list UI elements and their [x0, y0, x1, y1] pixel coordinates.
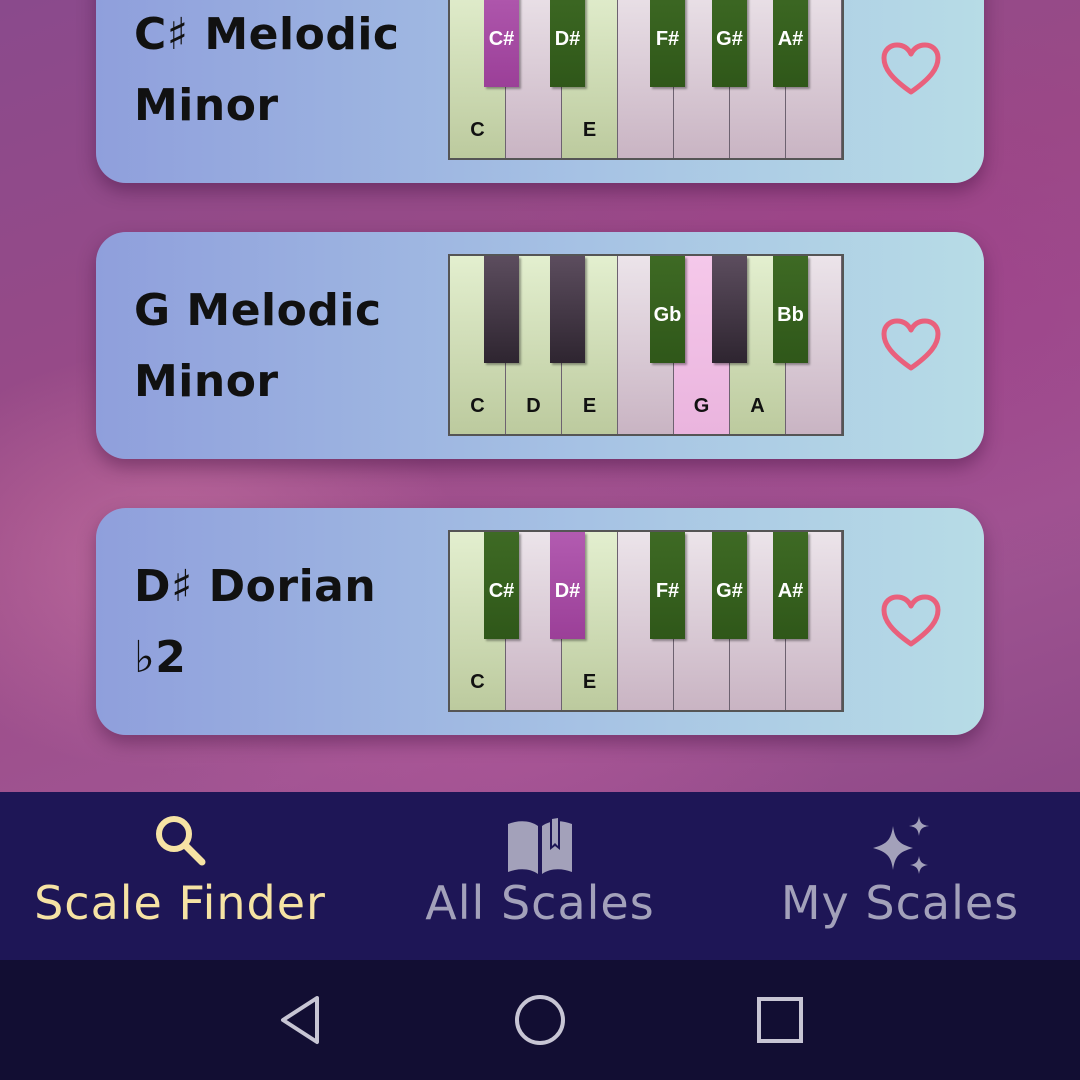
black-key-label: D# — [554, 580, 581, 602]
scale-title: D♯ Dorian ♭2 — [134, 508, 434, 735]
white-key-label: C — [470, 395, 485, 417]
black-key: G# — [712, 532, 747, 639]
black-key: G# — [712, 0, 747, 87]
black-key-label: C# — [488, 28, 515, 50]
recents-icon[interactable] — [735, 960, 825, 1080]
bottom-navigation: Scale Finder All Scales My Scales — [0, 792, 1080, 960]
scale-title-line: Minor — [134, 355, 279, 407]
nav-tab-all-scales[interactable]: All Scales — [360, 792, 720, 960]
scale-title-line: D♯ Dorian ♭2 — [134, 560, 377, 683]
scale-title-line: Minor — [134, 79, 279, 131]
black-key: F# — [650, 0, 685, 87]
white-key-label: G — [693, 395, 710, 417]
black-key: A# — [773, 532, 808, 639]
black-key-label: C# — [488, 580, 515, 602]
black-key: D# — [550, 532, 585, 639]
white-key-label: E — [582, 671, 597, 693]
black-key: F# — [650, 532, 685, 639]
black-key-label: F# — [655, 580, 680, 602]
black-key: A# — [773, 0, 808, 87]
white-key-label: C — [470, 671, 485, 693]
scale-title: G Melodic Minor — [134, 232, 434, 459]
nav-tab-scale-finder[interactable]: Scale Finder — [0, 792, 360, 960]
favorite-heart-icon[interactable] — [881, 42, 941, 96]
black-key-label: G# — [716, 580, 743, 602]
scale-card[interactable]: G Melodic Minor C D E G A Gb Bb — [96, 232, 984, 459]
black-key-label: D# — [554, 28, 581, 50]
black-key — [712, 256, 747, 363]
black-key: D# — [550, 0, 585, 87]
black-key — [484, 256, 519, 363]
black-key: C# — [484, 0, 519, 87]
home-icon[interactable] — [495, 960, 585, 1080]
favorite-heart-icon[interactable] — [881, 318, 941, 372]
black-key: Gb — [650, 256, 685, 363]
back-icon[interactable] — [255, 960, 345, 1080]
black-key-label: F# — [655, 28, 680, 50]
white-key-label: A — [750, 395, 765, 417]
piano-keyboard: C E C# D# F# G# A# — [448, 0, 844, 160]
book-icon — [506, 816, 574, 881]
scale-title: C♯ Melodic Minor — [134, 0, 434, 183]
black-key-label: Gb — [653, 304, 682, 326]
nav-tab-label: Scale Finder — [34, 876, 326, 930]
scale-title-line: C♯ Melodic — [134, 8, 400, 60]
scale-title-line: G Melodic — [134, 284, 382, 336]
black-key-label: G# — [716, 28, 743, 50]
white-key-label: C — [470, 119, 485, 141]
nav-tab-my-scales[interactable]: My Scales — [720, 792, 1080, 960]
system-navigation-bar — [0, 960, 1080, 1080]
black-key-label: Bb — [777, 304, 804, 326]
black-key-label: A# — [777, 580, 804, 602]
scale-card[interactable]: D♯ Dorian ♭2 C E C# D# F# G# A# — [96, 508, 984, 735]
scale-card[interactable]: C♯ Melodic Minor C E C# D# F# G# A# — [96, 0, 984, 183]
piano-keyboard: C E C# D# F# G# A# — [448, 530, 844, 712]
white-key-label: E — [582, 119, 597, 141]
nav-tab-label: My Scales — [780, 876, 1020, 930]
search-icon — [152, 812, 208, 873]
white-key-label: D — [526, 395, 541, 417]
piano-keyboard: C D E G A Gb Bb — [448, 254, 844, 436]
black-key — [550, 256, 585, 363]
nav-tab-label: All Scales — [425, 876, 655, 930]
white-key-label: E — [582, 395, 597, 417]
black-key-label: A# — [777, 28, 804, 50]
sparkles-icon — [865, 814, 935, 885]
black-key: C# — [484, 532, 519, 639]
favorite-heart-icon[interactable] — [881, 594, 941, 648]
black-key: Bb — [773, 256, 808, 363]
